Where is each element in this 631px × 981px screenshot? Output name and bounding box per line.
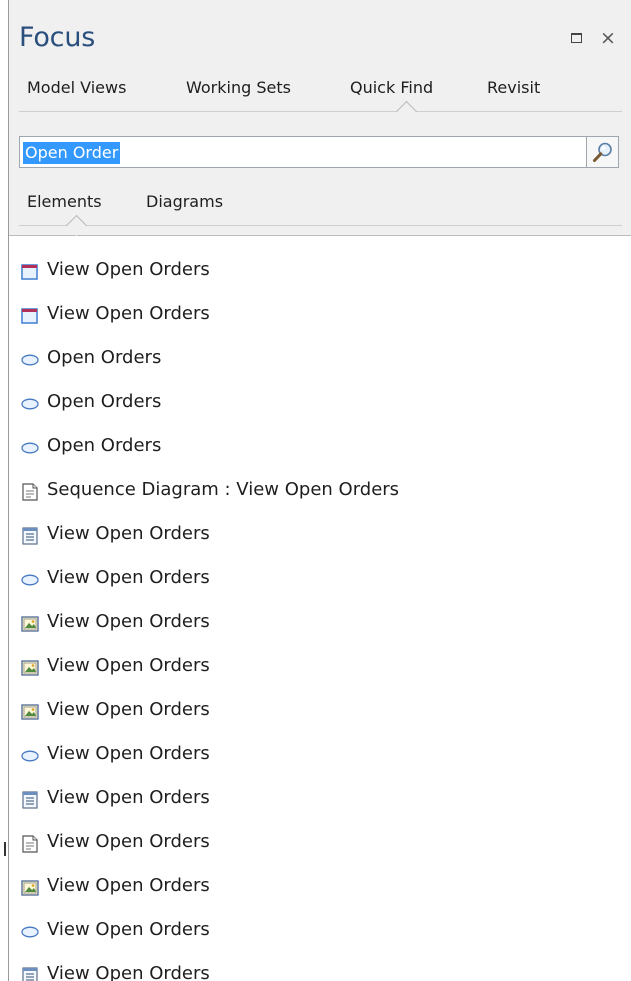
list-item[interactable]: View Open Orders xyxy=(9,734,631,778)
form-icon xyxy=(20,966,40,981)
diagram-icon xyxy=(20,482,40,502)
list-item[interactable]: Open Orders xyxy=(9,382,631,426)
list-item[interactable]: View Open Orders xyxy=(9,250,631,294)
picture-icon xyxy=(20,702,40,722)
diagram-icon xyxy=(20,834,40,854)
list-item[interactable]: Sequence Diagram : View Open Orders xyxy=(9,470,631,514)
use-case-icon xyxy=(20,922,40,942)
view-tabs: Model Views Working Sets Quick Find Revi… xyxy=(9,78,631,108)
list-item[interactable]: View Open Orders xyxy=(9,954,631,981)
use-case-icon xyxy=(20,350,40,370)
selected-subtab-indicator xyxy=(65,214,88,237)
tab-quick-find[interactable]: Quick Find xyxy=(350,78,433,97)
list-item-label: View Open Orders xyxy=(47,831,210,852)
list-item[interactable]: View Open Orders xyxy=(9,690,631,734)
magnifier-icon xyxy=(593,142,612,162)
picture-icon xyxy=(20,658,40,678)
list-item[interactable]: View Open Orders xyxy=(9,866,631,910)
form-icon xyxy=(20,526,40,546)
list-item[interactable]: View Open Orders xyxy=(9,778,631,822)
list-item-label: View Open Orders xyxy=(47,743,210,764)
list-item-label: View Open Orders xyxy=(47,611,210,632)
list-item-label: View Open Orders xyxy=(47,875,210,896)
list-item-label: Sequence Diagram : View Open Orders xyxy=(47,479,400,500)
tab-diagrams[interactable]: Diagrams xyxy=(146,192,223,211)
list-item-label: View Open Orders xyxy=(47,567,210,588)
tab-divider xyxy=(19,111,622,112)
form-icon xyxy=(20,790,40,810)
list-item[interactable]: View Open Orders xyxy=(9,822,631,866)
list-item-label: Open Orders xyxy=(47,435,162,456)
list-item-label: View Open Orders xyxy=(47,787,210,808)
list-item-label: View Open Orders xyxy=(47,523,210,544)
list-item[interactable]: Open Orders xyxy=(9,338,631,382)
results-list: View Open Orders View Open Orders Open Ord… xyxy=(9,250,631,981)
tab-working-sets[interactable]: Working Sets xyxy=(186,78,291,97)
list-item[interactable]: View Open Orders xyxy=(9,514,631,558)
list-item-label: View Open Orders xyxy=(47,699,210,720)
restore-window-icon[interactable] xyxy=(569,30,587,48)
tab-elements[interactable]: Elements xyxy=(27,192,102,211)
focus-panel: Focus × Model Views Working Sets Quick F… xyxy=(8,0,631,981)
tab-model-views[interactable]: Model Views xyxy=(27,78,126,97)
panel-title: Focus xyxy=(19,22,96,53)
tab-revisit[interactable]: Revisit xyxy=(487,78,540,97)
list-item-label: View Open Orders xyxy=(47,963,210,981)
list-item[interactable]: View Open Orders xyxy=(9,602,631,646)
list-item-label: View Open Orders xyxy=(47,655,210,676)
screen-icon xyxy=(20,306,40,326)
list-item-label: Open Orders xyxy=(47,347,162,368)
list-item[interactable]: View Open Orders xyxy=(9,910,631,954)
search-input[interactable]: Open Order xyxy=(19,136,587,168)
list-item[interactable]: View Open Orders xyxy=(9,646,631,690)
search-button[interactable] xyxy=(587,136,619,168)
list-item-label: View Open Orders xyxy=(47,259,210,280)
close-icon[interactable]: × xyxy=(599,29,617,48)
screen-icon xyxy=(20,262,40,282)
use-case-icon xyxy=(20,746,40,766)
result-tabs: Elements Diagrams xyxy=(9,192,631,218)
list-item[interactable]: View Open Orders xyxy=(9,558,631,602)
panel-header: Focus × Model Views Working Sets Quick F… xyxy=(9,0,631,237)
picture-icon xyxy=(20,878,40,898)
use-case-icon xyxy=(20,438,40,458)
list-item-label: Open Orders xyxy=(47,391,162,412)
use-case-icon xyxy=(20,570,40,590)
list-item-label: View Open Orders xyxy=(47,303,210,324)
splitter-mark xyxy=(4,842,6,856)
list-item-label: View Open Orders xyxy=(47,919,210,940)
list-item[interactable]: View Open Orders xyxy=(9,294,631,338)
search-input-value[interactable]: Open Order xyxy=(23,142,121,164)
picture-icon xyxy=(20,614,40,634)
subtab-divider xyxy=(19,225,622,226)
list-item[interactable]: Open Orders xyxy=(9,426,631,470)
use-case-icon xyxy=(20,394,40,414)
